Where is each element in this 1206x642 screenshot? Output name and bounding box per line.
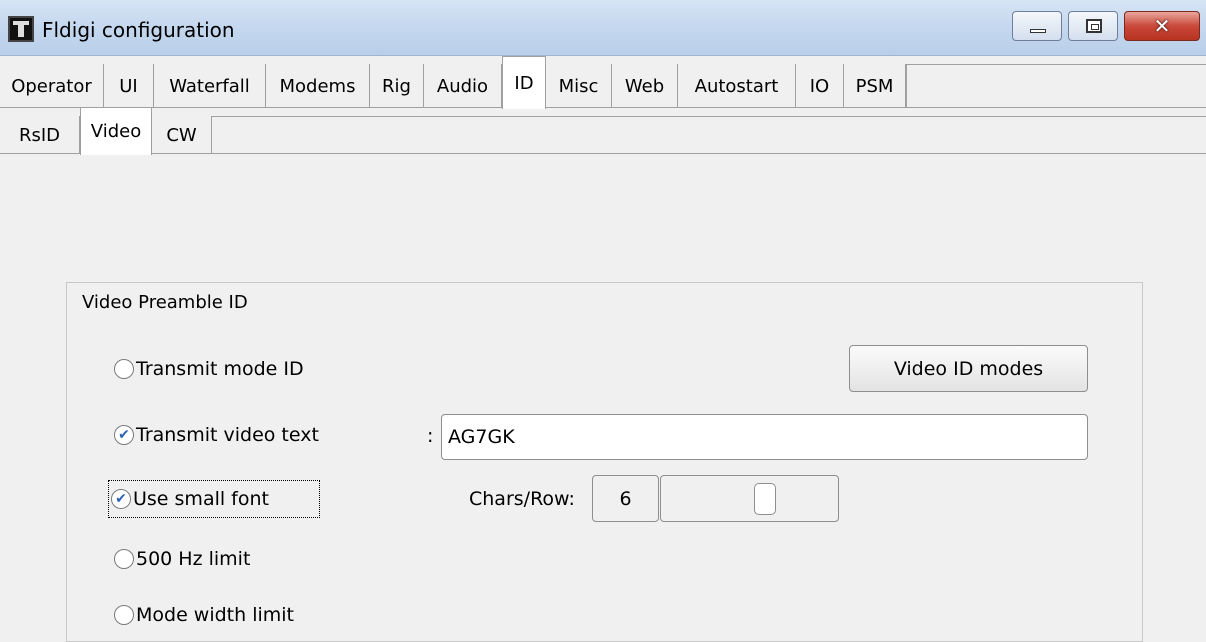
tab-io[interactable]: IO — [796, 64, 844, 108]
title-bar: Fldigi configuration ✕ — [0, 0, 1206, 56]
chars-row-slider[interactable] — [660, 475, 839, 522]
checkbox-unchecked-icon — [114, 549, 134, 569]
tab-operator[interactable]: Operator — [0, 64, 104, 108]
checkbox-checked-icon: ✔ — [111, 489, 131, 509]
mode-width-limit-checkbox[interactable]: Mode width limit — [114, 604, 294, 626]
500hz-limit-checkbox[interactable]: 500 Hz limit — [114, 548, 250, 570]
chars-row-value: 6 — [592, 475, 659, 522]
maximize-icon — [1086, 19, 1102, 33]
tab-waterfall[interactable]: Waterfall — [154, 64, 266, 108]
checkbox-unchecked-icon — [114, 359, 134, 379]
subtab-video[interactable]: Video — [80, 108, 152, 155]
checkbox-unchecked-icon — [114, 605, 134, 625]
close-button[interactable]: ✕ — [1124, 11, 1200, 41]
use-small-font-checkbox[interactable]: ✔ Use small font — [108, 480, 320, 518]
tab-bar-filler — [906, 64, 1206, 108]
video-preamble-group — [66, 282, 1143, 642]
mode-width-limit-label: Mode width limit — [136, 604, 295, 626]
500hz-limit-label: 500 Hz limit — [136, 548, 251, 570]
tab-misc[interactable]: Misc — [546, 64, 612, 108]
tab-web[interactable]: Web — [612, 64, 678, 108]
transmit-video-text-checkbox[interactable]: ✔ Transmit video text — [114, 424, 319, 446]
maximize-button[interactable] — [1068, 11, 1118, 41]
sub-tab-bar: RsID Video CW — [0, 108, 1206, 155]
video-text-input[interactable] — [441, 414, 1088, 460]
tab-psm[interactable]: PSM — [844, 64, 906, 108]
checkbox-checked-icon: ✔ — [114, 425, 134, 445]
minimize-button[interactable] — [1012, 11, 1062, 41]
group-title: Video Preamble ID — [82, 292, 248, 313]
tab-rig[interactable]: Rig — [370, 64, 424, 108]
transmit-mode-id-checkbox[interactable]: Transmit mode ID — [114, 358, 304, 380]
tab-autostart[interactable]: Autostart — [678, 64, 796, 108]
tab-modems[interactable]: Modems — [266, 64, 370, 108]
subtab-bar-filler — [212, 116, 1206, 154]
subtab-cw[interactable]: CW — [152, 116, 212, 154]
fldigi-app-icon — [8, 16, 34, 42]
use-small-font-label: Use small font — [133, 488, 269, 510]
video-text-separator: : — [427, 425, 434, 447]
tab-id[interactable]: ID — [502, 56, 546, 109]
transmit-video-text-label: Transmit video text — [136, 424, 319, 446]
transmit-mode-id-label: Transmit mode ID — [136, 358, 304, 380]
minimize-icon — [1030, 29, 1046, 33]
tab-audio[interactable]: Audio — [424, 64, 502, 108]
main-tab-bar: Operator UI Waterfall Modems Rig Audio I… — [0, 56, 1206, 109]
slider-thumb[interactable] — [754, 483, 776, 515]
tab-ui[interactable]: UI — [104, 64, 154, 108]
close-icon: ✕ — [1153, 14, 1171, 38]
chars-row-label: Chars/Row: — [469, 488, 575, 510]
video-id-modes-button[interactable]: Video ID modes — [849, 345, 1088, 392]
subtab-rsid[interactable]: RsID — [0, 116, 80, 154]
window-title: Fldigi configuration — [42, 18, 235, 42]
